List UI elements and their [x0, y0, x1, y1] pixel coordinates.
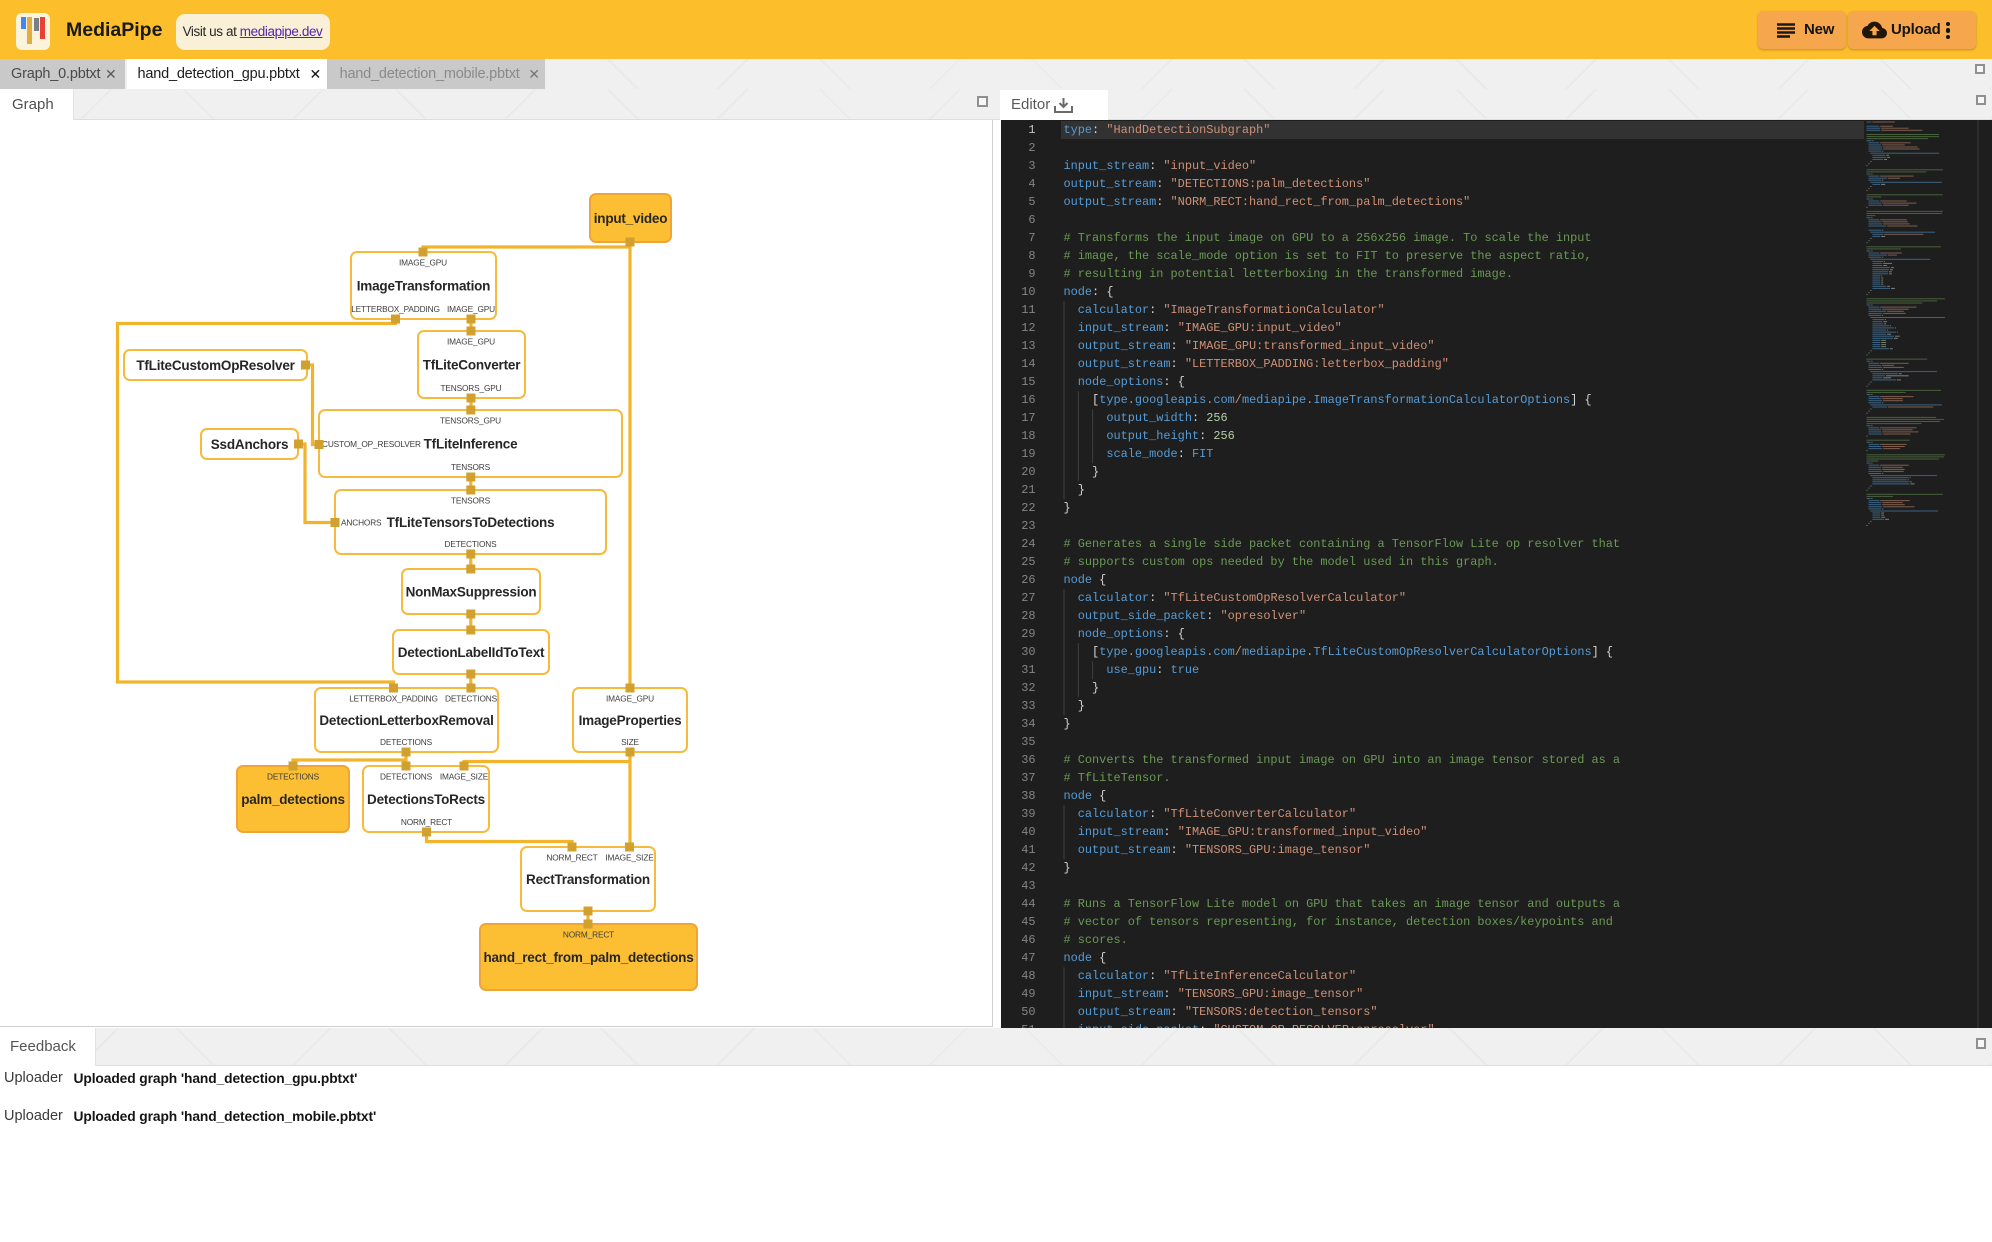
- svg-text:TfLiteConverter: TfLiteConverter: [423, 358, 521, 373]
- svg-text:DETECTIONS: DETECTIONS: [445, 539, 498, 549]
- svg-text:LETTERBOX_PADDING: LETTERBOX_PADDING: [351, 304, 440, 314]
- svg-text:DETECTIONS: DETECTIONS: [380, 737, 433, 747]
- svg-text:TfLiteTensorsToDetections: TfLiteTensorsToDetections: [387, 515, 555, 530]
- svg-text:TENSORS_GPU: TENSORS_GPU: [440, 383, 501, 393]
- svg-text:DetectionsToRects: DetectionsToRects: [367, 792, 485, 807]
- svg-text:IMAGE_SIZE: IMAGE_SIZE: [605, 853, 654, 863]
- svg-text:SIZE: SIZE: [621, 737, 639, 747]
- svg-text:TfLiteCustomOpResolver: TfLiteCustomOpResolver: [136, 358, 295, 373]
- svg-text:IMAGE_GPU: IMAGE_GPU: [606, 694, 654, 704]
- svg-text:SsdAnchors: SsdAnchors: [211, 437, 289, 452]
- svg-text:TENSORS: TENSORS: [451, 462, 491, 472]
- svg-text:TENSORS_GPU: TENSORS_GPU: [440, 416, 501, 426]
- svg-text:ImageProperties: ImageProperties: [579, 713, 682, 728]
- svg-text:TENSORS: TENSORS: [451, 496, 491, 506]
- svg-text:DETECTIONS: DETECTIONS: [267, 772, 320, 782]
- svg-text:IMAGE_GPU: IMAGE_GPU: [399, 258, 447, 268]
- svg-text:TfLiteInference: TfLiteInference: [424, 437, 518, 452]
- svg-text:input_video: input_video: [594, 211, 668, 226]
- svg-text:RectTransformation: RectTransformation: [526, 872, 650, 887]
- svg-text:LETTERBOX_PADDING: LETTERBOX_PADDING: [349, 694, 438, 704]
- svg-text:palm_detections: palm_detections: [241, 792, 345, 807]
- svg-text:NORM_RECT: NORM_RECT: [546, 853, 597, 863]
- svg-text:DetectionLabelIdToText: DetectionLabelIdToText: [398, 645, 545, 660]
- svg-text:hand_rect_from_palm_detections: hand_rect_from_palm_detections: [483, 950, 693, 965]
- svg-text:NonMaxSuppression: NonMaxSuppression: [406, 585, 537, 600]
- svg-text:DetectionLetterboxRemoval: DetectionLetterboxRemoval: [319, 713, 493, 728]
- svg-text:DETECTIONS: DETECTIONS: [380, 772, 433, 782]
- svg-text:IMAGE_GPU: IMAGE_GPU: [447, 304, 495, 314]
- svg-text:ImageTransformation: ImageTransformation: [357, 279, 490, 294]
- svg-text:IMAGE_GPU: IMAGE_GPU: [447, 337, 495, 347]
- svg-text:NORM_RECT: NORM_RECT: [401, 817, 452, 827]
- svg-text:NORM_RECT: NORM_RECT: [563, 930, 614, 940]
- svg-text:ANCHORS: ANCHORS: [341, 518, 382, 528]
- svg-text:IMAGE_SIZE: IMAGE_SIZE: [440, 772, 489, 782]
- svg-text:DETECTIONS: DETECTIONS: [445, 694, 498, 704]
- svg-text:CUSTOM_OP_RESOLVER: CUSTOM_OP_RESOLVER: [322, 439, 421, 449]
